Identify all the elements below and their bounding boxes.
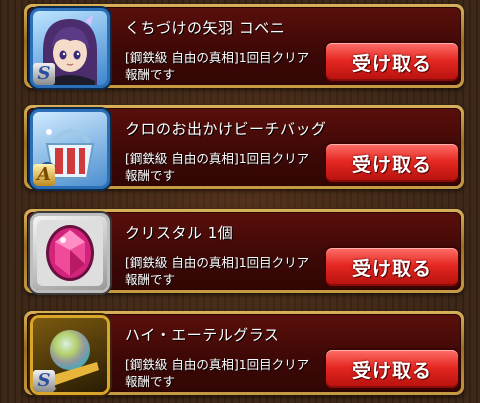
reward-card: A クロのお出かけビーチバッグ [鋼鉄級 自由の真相]1回目クリア 報酬です 受…	[24, 105, 464, 189]
ether-glass-icon: S	[33, 318, 107, 392]
item-description: [鋼鉄級 自由の真相]1回目クリア 報酬です	[125, 254, 335, 288]
description-line-2: 報酬です	[125, 374, 176, 389]
rank-badge: A	[33, 164, 55, 186]
item-name: くちづけの矢羽 コベニ	[125, 19, 286, 37]
description-line-1: [鋼鉄級 自由の真相]1回目クリア	[125, 151, 310, 166]
reward-card: クリスタル 1個 [鋼鉄級 自由の真相]1回目クリア 報酬です 受け取る	[24, 209, 464, 293]
reward-card-body: S ハイ・エーテルグラス [鋼鉄級 自由の真相]1回目クリア 報酬です 受け取る	[27, 314, 461, 392]
claim-button[interactable]: 受け取る	[326, 43, 458, 81]
reward-card: S くちづけの矢羽 コベニ [鋼鉄級 自由の真相]1回目クリア 報酬です 受け取…	[24, 4, 464, 88]
reward-card-body: A クロのお出かけビーチバッグ [鋼鉄級 自由の真相]1回目クリア 報酬です 受…	[27, 108, 461, 186]
reward-card: S ハイ・エーテルグラス [鋼鉄級 自由の真相]1回目クリア 報酬です 受け取る	[24, 311, 464, 395]
description-line-2: 報酬です	[125, 67, 176, 82]
item-name: クリスタル 1個	[125, 224, 234, 242]
item-description: [鋼鉄級 自由の真相]1回目クリア 報酬です	[125, 150, 335, 184]
claim-button[interactable]: 受け取る	[326, 248, 458, 286]
rank-badge: S	[33, 370, 55, 392]
description-line-2: 報酬です	[125, 272, 176, 287]
beach-bag-icon: A	[33, 112, 107, 186]
description-line-2: 報酬です	[125, 168, 176, 183]
description-line-1: [鋼鉄級 自由の真相]1回目クリア	[125, 50, 310, 65]
rank-badge: S	[33, 63, 55, 85]
crystal-gem-icon	[33, 216, 107, 290]
description-line-1: [鋼鉄級 自由の真相]1回目クリア	[125, 357, 310, 372]
item-description: [鋼鉄級 自由の真相]1回目クリア 報酬です	[125, 356, 335, 390]
reward-card-body: S くちづけの矢羽 コベニ [鋼鉄級 自由の真相]1回目クリア 報酬です 受け取…	[27, 7, 461, 85]
description-line-1: [鋼鉄級 自由の真相]1回目クリア	[125, 255, 310, 270]
item-name: ハイ・エーテルグラス	[125, 326, 280, 344]
item-description: [鋼鉄級 自由の真相]1回目クリア 報酬です	[125, 49, 335, 83]
character-portrait-icon: S	[33, 11, 107, 85]
claim-button[interactable]: 受け取る	[326, 350, 458, 388]
item-name: クロのお出かけビーチバッグ	[125, 120, 327, 138]
claim-button[interactable]: 受け取る	[326, 144, 458, 182]
reward-card-body: クリスタル 1個 [鋼鉄級 自由の真相]1回目クリア 報酬です 受け取る	[27, 212, 461, 290]
